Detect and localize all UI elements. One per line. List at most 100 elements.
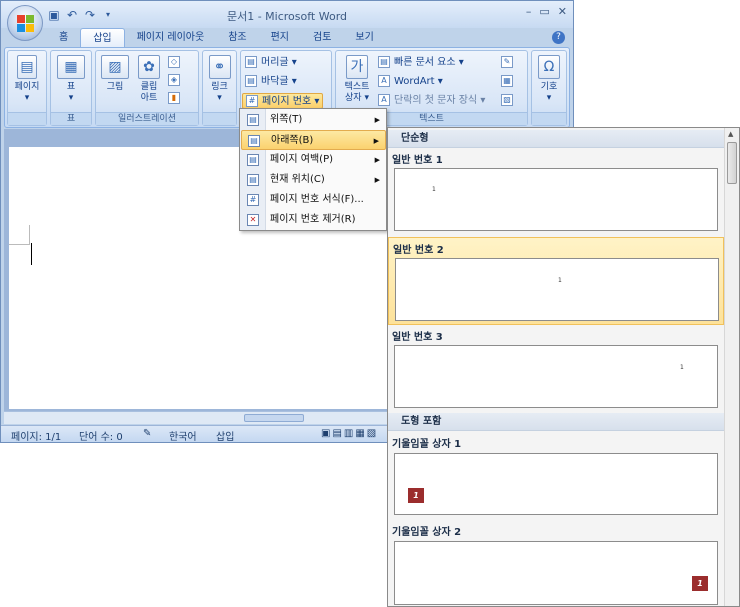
window-controls: – ▭ ✕	[526, 5, 567, 18]
margin-mark	[29, 225, 30, 245]
gallery-item-italic-box-1[interactable]: 기울임꼴 상자 1 1	[388, 432, 724, 520]
group-illustrations: ▨ 그림 ✿ 클립 아트 ◇ ◈ ▮ 일러스트레이션	[95, 50, 199, 126]
format-page-number-icon: #	[247, 194, 259, 206]
shapes-icon[interactable]: ◇	[168, 55, 184, 71]
clipart-button[interactable]: ✿ 클립 아트	[134, 55, 164, 104]
page-bottom-icon: ▤	[248, 135, 260, 147]
menu-item-remove[interactable]: ✕ 페이지 번호 제거(R)	[241, 210, 386, 230]
tab-mailings[interactable]: 편지	[259, 28, 301, 48]
smartart-icon[interactable]: ◈	[168, 73, 184, 89]
gallery-preview: 1	[395, 258, 719, 321]
quickparts-button[interactable]: ▤ 빠른 문서 요소 ▾	[378, 55, 464, 71]
gallery-category-with-shapes: 도형 포함	[388, 413, 724, 431]
maximize-icon[interactable]: ▭	[539, 5, 549, 18]
picture-button[interactable]: ▨ 그림	[100, 55, 130, 93]
tab-insert[interactable]: 삽입	[80, 28, 125, 48]
gallery-item-italic-box-2[interactable]: 기울임꼴 상자 2 1	[388, 520, 724, 606]
ribbon-tabs: 홈 삽입 페이지 레이아웃 참조 편지 검토 보기	[47, 28, 386, 48]
group-label-pages	[8, 112, 46, 125]
gallery-scrollbar[interactable]: ▲	[724, 128, 739, 606]
view-buttons-icon[interactable]: ▣▤▥▦▧	[321, 428, 378, 439]
picture-icon: ▨	[101, 55, 129, 79]
status-mode[interactable]: 삽입	[216, 428, 234, 443]
omega-icon: Ω	[538, 55, 560, 79]
window-title: 문서1 - Microsoft Word	[226, 10, 348, 23]
gallery-preview: 1	[394, 345, 718, 408]
gallery-preview: 1	[394, 168, 718, 231]
gallery-item-plain-number-1[interactable]: 일반 번호 1 1	[388, 148, 724, 236]
footer-button[interactable]: ▤ 바닥글 ▾	[245, 74, 297, 90]
table-button[interactable]: ▦ 표 ▾	[55, 55, 87, 104]
text-cursor	[31, 243, 32, 265]
group-label-symbols	[532, 112, 566, 125]
status-language[interactable]: 한국어	[169, 428, 197, 443]
scroll-thumb[interactable]	[244, 414, 304, 422]
group-symbols: Ω 기호 ▾	[531, 50, 567, 126]
header-button[interactable]: ▤ 머리글 ▾	[245, 55, 297, 71]
page-margin-icon: ▤	[247, 154, 259, 166]
tab-references[interactable]: 참조	[216, 28, 258, 48]
tab-review[interactable]: 검토	[301, 28, 343, 48]
italic-box-number: 1	[692, 576, 708, 591]
gallery-preview: 1	[394, 541, 718, 605]
tab-home[interactable]: 홈	[47, 28, 80, 48]
status-words[interactable]: 단어 수: 0	[79, 428, 123, 443]
symbol-button[interactable]: Ω 기호 ▾	[535, 55, 563, 104]
group-pages: ▤ 페이지 ▾	[7, 50, 47, 126]
gallery-preview: 1	[394, 453, 718, 515]
page-top-icon: ▤	[247, 114, 259, 126]
proofing-icon[interactable]: ✎	[143, 428, 151, 439]
gallery-item-plain-number-2[interactable]: 일반 번호 2 1	[388, 237, 724, 325]
menu-item-current-position[interactable]: ▤ 현재 위치(C) ▶	[241, 170, 386, 190]
page-number-gallery: 단순형 일반 번호 1 1 일반 번호 2 1 일반 번호 3 1 도형 포함 …	[387, 127, 740, 607]
page-number-menu: ▤ 위쪽(T) ▶ ▤ 아래쪽(B) ▶ ▤ 페이지 여백(P) ▶ ▤ 현재 …	[239, 108, 387, 231]
status-page[interactable]: 페이지: 1/1	[11, 428, 61, 443]
textbox-button[interactable]: 가 텍스트 상자 ▾	[340, 55, 374, 104]
help-icon[interactable]: ?	[552, 31, 565, 44]
date-time-icon[interactable]: ▦	[501, 74, 517, 90]
chart-icon[interactable]: ▮	[168, 91, 184, 107]
current-position-icon: ▤	[247, 174, 259, 186]
dropcap-icon: A	[378, 94, 390, 106]
dropcap-button[interactable]: A 단락의 첫 문자 장식 ▾	[378, 93, 485, 109]
menu-item-top[interactable]: ▤ 위쪽(T) ▶	[241, 110, 386, 130]
insert-object-icon[interactable]: ▧	[501, 93, 517, 109]
pages-button[interactable]: ▤ 페이지 ▾	[12, 55, 42, 104]
submenu-arrow-icon: ▶	[374, 176, 380, 184]
close-icon[interactable]: ✕	[558, 5, 567, 18]
page-icon: ▤	[17, 55, 37, 79]
submenu-arrow-icon: ▶	[373, 137, 379, 145]
page-number-button[interactable]: # 페이지 번호 ▾	[242, 93, 324, 109]
group-label-links	[203, 112, 236, 125]
submenu-arrow-icon: ▶	[374, 156, 380, 164]
gallery-category-simple: 단순형	[388, 130, 724, 148]
title-bar: ▣ ↶ ↷ ▾ 문서1 - Microsoft Word – ▭ ✕	[1, 1, 573, 28]
page-number-icon: #	[246, 95, 258, 107]
link-button[interactable]: ⚭ 링크 ▾	[206, 55, 233, 104]
group-table: ▦ 표 ▾ 표	[50, 50, 92, 126]
office-logo-icon	[17, 15, 34, 32]
submenu-arrow-icon: ▶	[374, 116, 380, 124]
group-label-illustrations: 일러스트레이션	[96, 112, 198, 125]
office-button[interactable]	[7, 5, 43, 41]
signature-line-icon[interactable]: ✎	[501, 55, 517, 71]
italic-box-number: 1	[408, 488, 424, 503]
gallery-item-plain-number-3[interactable]: 일반 번호 3 1	[388, 325, 724, 413]
table-icon: ▦	[57, 55, 85, 79]
menu-item-bottom[interactable]: ▤ 아래쪽(B) ▶	[241, 130, 386, 150]
scroll-up-icon[interactable]: ▲	[728, 130, 733, 138]
wordart-button[interactable]: A WordArt ▾	[378, 74, 443, 90]
footer-icon: ▤	[245, 75, 257, 87]
margin-mark	[9, 244, 29, 245]
menu-item-margins[interactable]: ▤ 페이지 여백(P) ▶	[241, 150, 386, 170]
tab-view[interactable]: 보기	[343, 28, 385, 48]
group-label-table: 표	[51, 112, 91, 125]
group-links: ⚭ 링크 ▾	[202, 50, 237, 126]
remove-page-number-icon: ✕	[247, 214, 259, 226]
menu-item-format[interactable]: # 페이지 번호 서식(F)...	[241, 190, 386, 210]
quickparts-icon: ▤	[378, 56, 390, 68]
minimize-icon[interactable]: –	[526, 5, 532, 18]
gallery-scroll-thumb[interactable]	[727, 142, 737, 184]
link-icon: ⚭	[208, 55, 231, 79]
tab-page-layout[interactable]: 페이지 레이아웃	[125, 28, 217, 48]
